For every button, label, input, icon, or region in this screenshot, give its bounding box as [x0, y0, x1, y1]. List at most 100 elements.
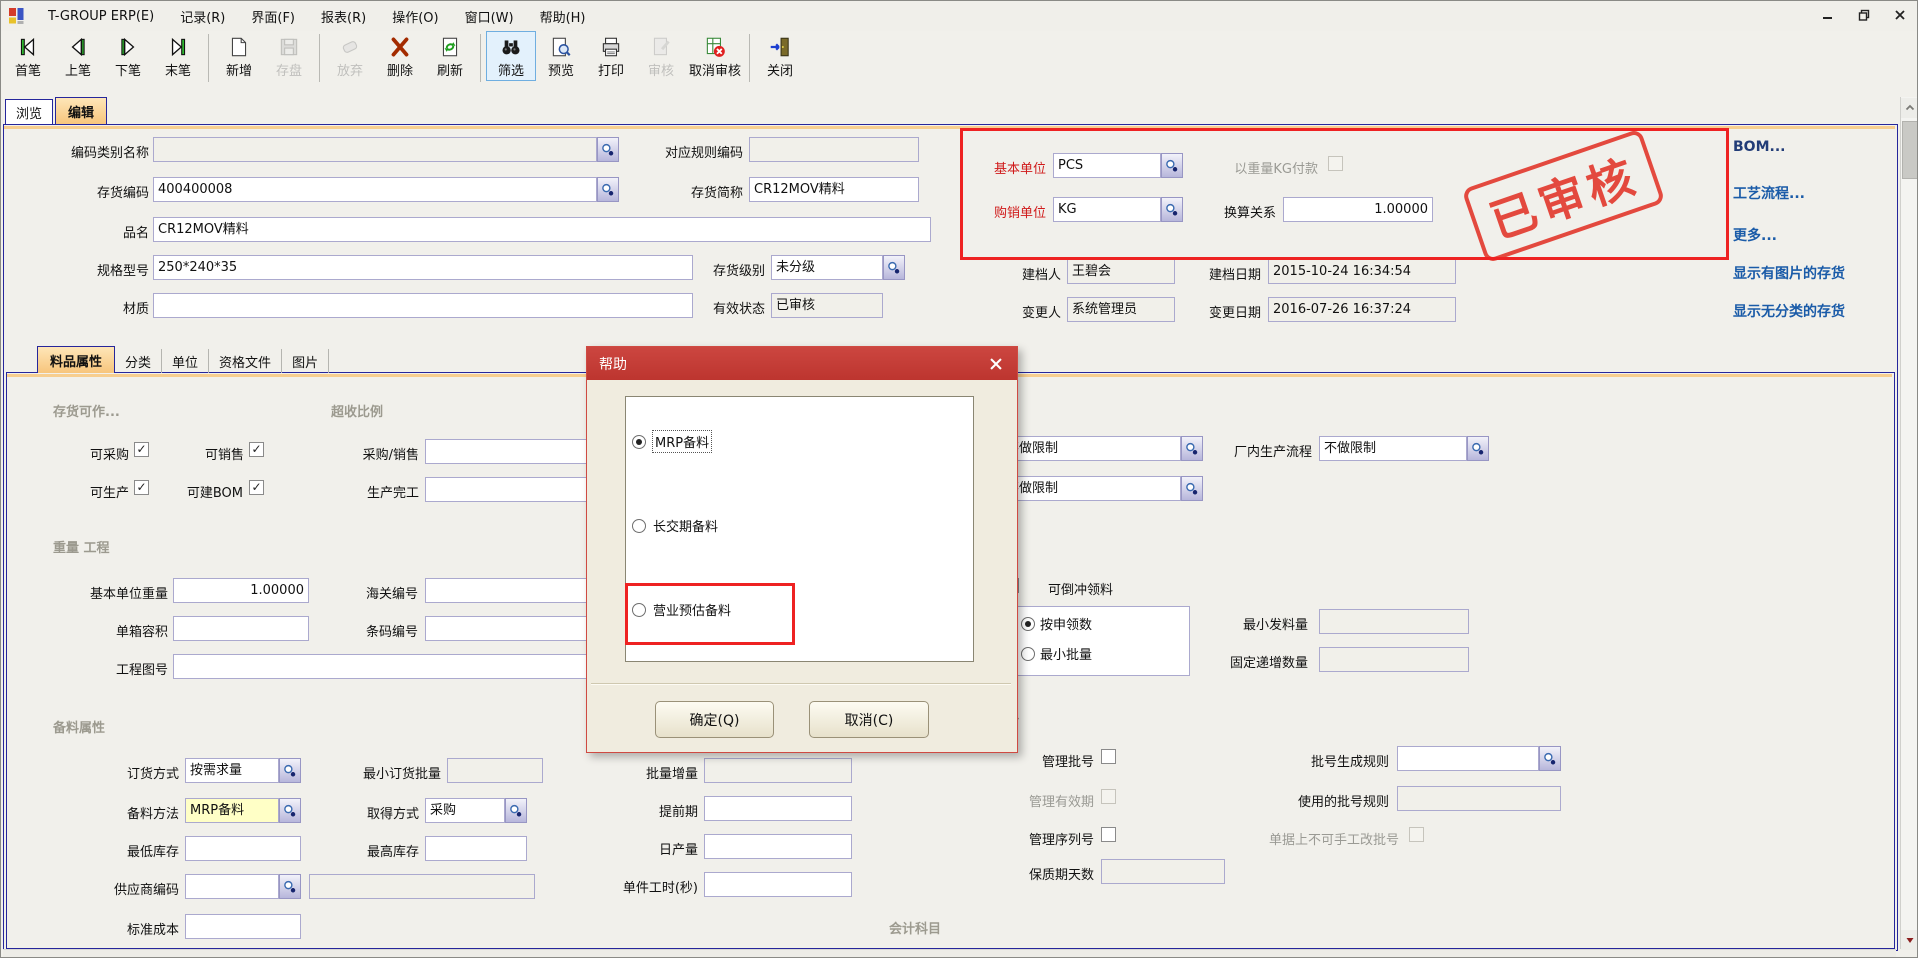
can-build-bom-checkbox[interactable] — [249, 480, 264, 495]
item-abbr-field[interactable]: CR12MOV精料 — [749, 177, 919, 202]
menu-item[interactable]: 操作(O) — [379, 3, 451, 30]
item-code-lookup-button[interactable] — [597, 177, 619, 202]
material-field[interactable] — [153, 293, 693, 318]
manage-serial-checkbox[interactable] — [1101, 827, 1116, 842]
scroll-down-button[interactable] — [1901, 930, 1918, 950]
restriction-1-lookup-button[interactable] — [1181, 436, 1203, 461]
subtab-unit[interactable]: 单位 — [162, 349, 209, 373]
scroll-up-button[interactable] — [1901, 98, 1918, 118]
code-category-field[interactable] — [153, 137, 597, 162]
toolbar-button-save[interactable]: 存盘 — [264, 31, 314, 81]
level-lookup-button[interactable] — [883, 255, 905, 280]
menu-item[interactable]: 界面(F) — [238, 3, 308, 30]
batch-rule-field[interactable] — [1397, 746, 1539, 771]
prep-method-field[interactable]: MRP备料 — [185, 798, 279, 823]
menu-item[interactable]: 帮助(H) — [527, 3, 599, 30]
toolbar-button-refresh[interactable]: 刷新 — [425, 31, 475, 81]
prep-method-lookup-button[interactable] — [279, 798, 301, 823]
option-sales-forecast-prep[interactable]: 营业预估备料 — [632, 600, 731, 619]
daily-output-field[interactable] — [704, 834, 852, 859]
toolbar-button-first[interactable]: 首笔 — [3, 31, 53, 81]
menu-item[interactable]: 记录(R) — [167, 3, 238, 30]
supplier-code-field[interactable] — [185, 874, 279, 899]
horizontal-scroll-strip[interactable] — [3, 949, 1896, 958]
shelf-life-field — [1101, 859, 1225, 884]
spec-field[interactable]: 250*240*35 — [153, 255, 693, 280]
toolbar-button-audit[interactable]: 审核 — [636, 31, 686, 81]
link-process-flow[interactable]: 工艺流程... — [1733, 183, 1805, 203]
std-cost-field[interactable] — [185, 914, 301, 939]
restriction-2-lookup-button[interactable] — [1181, 476, 1203, 501]
base-unit-lookup-button[interactable] — [1161, 153, 1183, 178]
link-show-items-with-pictures[interactable]: 显示有图片的存货 — [1733, 263, 1845, 283]
link-more[interactable]: 更多... — [1733, 225, 1777, 245]
link-show-unclassified-items[interactable]: 显示无分类的存货 — [1733, 301, 1845, 321]
subtab-picture[interactable]: 图片 — [282, 349, 329, 373]
toolbar-button-delete[interactable]: 删除 — [375, 31, 425, 81]
minimize-button[interactable] — [1817, 5, 1839, 25]
max-stock-field[interactable] — [425, 836, 527, 861]
dialog-cancel-button[interactable]: 取消(C) — [809, 701, 929, 738]
acquire-mode-field[interactable]: 采购 — [425, 798, 505, 823]
min-stock-field[interactable] — [185, 836, 301, 861]
dialog-titlebar[interactable]: 帮助 — [587, 347, 1017, 380]
subtab-category[interactable]: 分类 — [115, 349, 162, 373]
option-mrp-prep[interactable]: MRP备料 — [632, 431, 711, 452]
lead-time-field[interactable] — [704, 796, 852, 821]
unit-work-time-field[interactable] — [704, 872, 852, 897]
toolbar-button-preview[interactable]: 预览 — [536, 31, 586, 81]
close-button[interactable] — [1889, 5, 1911, 25]
toolbar-button-last[interactable]: 末笔 — [153, 31, 203, 81]
dialog-close-button[interactable] — [985, 354, 1007, 374]
toolbar-button-print[interactable]: 打印 — [586, 31, 636, 81]
option-long-leadtime-prep[interactable]: 长交期备料 — [632, 516, 718, 535]
link-bom[interactable]: BOM... — [1733, 139, 1785, 155]
toolbar-button-new[interactable]: 新增 — [214, 31, 264, 81]
toolbar-button-next[interactable]: 下笔 — [103, 31, 153, 81]
restriction-field-2[interactable]: 不做限制 — [1001, 476, 1181, 501]
acquire-mode-lookup-button[interactable] — [505, 798, 527, 823]
section-header-preparation: 备料属性 — [53, 717, 105, 736]
order-mode-lookup-button[interactable] — [279, 758, 301, 783]
restore-button[interactable] — [1853, 5, 1875, 25]
subtab-qualification-files[interactable]: 资格文件 — [209, 349, 282, 373]
can-purchase-checkbox[interactable] — [134, 442, 149, 457]
tab-browse[interactable]: 浏览 — [5, 99, 53, 124]
toolbar-button-cancel-audit[interactable]: 取消审核 — [686, 31, 744, 81]
trade-unit-lookup-button[interactable] — [1161, 197, 1183, 222]
issue-by-request-option[interactable]: 按申领数 — [1021, 614, 1092, 633]
can-sell-checkbox[interactable] — [249, 442, 264, 457]
can-produce-checkbox[interactable] — [134, 480, 149, 495]
menu-app-title[interactable]: T-GROUP ERP(E) — [35, 5, 167, 28]
trade-unit-field[interactable]: KG — [1053, 197, 1161, 222]
scrollbar-thumb[interactable] — [1902, 121, 1918, 179]
item-code-field[interactable]: 400400008 — [153, 177, 597, 202]
conversion-field[interactable]: 1.00000 — [1283, 197, 1433, 222]
batch-rule-lookup-button[interactable] — [1539, 746, 1561, 771]
toolbar-separator — [319, 34, 320, 82]
restriction-field-1[interactable]: 不做限制 — [1001, 436, 1181, 461]
base-unit-field[interactable]: PCS — [1053, 153, 1161, 178]
box-volume-field[interactable] — [173, 616, 309, 641]
toolbar-button-close[interactable]: 关闭 — [755, 31, 805, 81]
level-field[interactable]: 未分级 — [771, 255, 883, 280]
subtab-item-attributes[interactable]: 料品属性 — [37, 346, 115, 373]
unit-weight-field[interactable]: 1.00000 — [173, 578, 309, 603]
menu-item[interactable]: 窗口(W) — [452, 3, 527, 30]
toolbar-button-prev[interactable]: 上笔 — [53, 31, 103, 81]
issue-min-batch-option[interactable]: 最小批量 — [1021, 644, 1092, 663]
item-name-field[interactable]: CR12MOV精料 — [153, 217, 931, 242]
code-category-lookup-button[interactable] — [597, 137, 619, 162]
dialog-ok-button[interactable]: 确定(Q) — [655, 701, 774, 738]
toolbar-button-filter[interactable]: 筛选 — [486, 31, 536, 81]
factory-flow-lookup-button[interactable] — [1467, 436, 1489, 461]
order-mode-field[interactable]: 按需求量 — [185, 758, 279, 783]
vertical-scrollbar[interactable] — [1900, 97, 1918, 949]
tab-edit[interactable]: 编辑 — [55, 97, 107, 124]
toolbar-separator — [480, 34, 481, 82]
factory-flow-field[interactable]: 不做限制 — [1319, 436, 1467, 461]
supplier-lookup-button[interactable] — [279, 874, 301, 899]
toolbar-button-discard[interactable]: 放弃 — [325, 31, 375, 81]
menu-item[interactable]: 报表(R) — [308, 3, 379, 30]
manage-batch-checkbox[interactable] — [1101, 749, 1116, 764]
